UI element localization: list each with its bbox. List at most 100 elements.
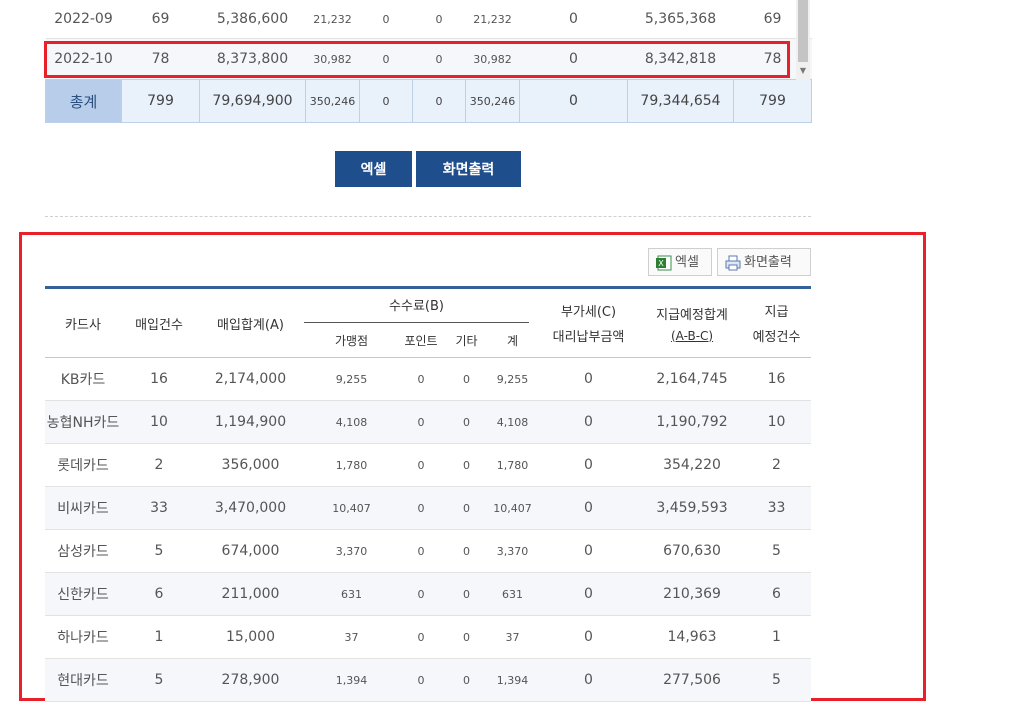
header-card: 카드사: [45, 287, 121, 358]
vat-line1: 부가세(C): [560, 305, 617, 320]
table-row[interactable]: 삼성카드 5 674,000 3,370 0 0 3,370 0 670,630 5: [45, 529, 812, 573]
cell-payout: 14,963: [642, 615, 743, 659]
cell-card: 신한카드: [45, 572, 121, 616]
cell-payout: 670,630: [642, 529, 743, 573]
cell-count: 5: [121, 529, 197, 573]
header-payout-count: 지급 예정건수: [742, 287, 812, 358]
cell-merchant: 631: [304, 572, 399, 616]
total-etc: 0: [412, 79, 466, 123]
cell-card: 농협NH카드: [45, 400, 121, 444]
cell-vat: 0: [535, 658, 643, 702]
cell-merchant: 3,370: [304, 529, 399, 573]
cell-fee: 1,394: [490, 658, 536, 702]
payout-count-line1: 지급: [764, 305, 789, 320]
highlight-row-box: [44, 41, 790, 78]
svg-text:X: X: [658, 259, 664, 268]
cell-fee: 631: [490, 572, 536, 616]
excel-small-label: 엑셀: [675, 255, 699, 270]
header-count: 매입건수: [121, 287, 197, 358]
cell-payout-count: 5: [742, 529, 812, 573]
section-divider: [45, 216, 811, 217]
cell-fee: 21,232: [465, 0, 520, 39]
cell-fee: 4,108: [490, 400, 536, 444]
cell-purchase: 1,194,900: [197, 400, 304, 444]
header-fee-group: 수수료(B): [304, 288, 535, 323]
cell-point: 0: [399, 572, 443, 616]
scrollbar-thumb[interactable]: [798, 0, 808, 62]
total-point: 0: [359, 79, 413, 123]
cell-vat: 0: [535, 443, 643, 487]
cell-purchase: 674,000: [197, 529, 304, 573]
cell-count: 10: [121, 400, 197, 444]
cell-payout-count: 5: [742, 658, 812, 702]
total-label: 총계: [45, 79, 122, 123]
header-fee-total: 계: [490, 323, 536, 358]
cell-payout: 354,220: [642, 443, 743, 487]
cell-count: 2: [121, 443, 197, 487]
table-row[interactable]: 신한카드 6 211,000 631 0 0 631 0 210,369 6: [45, 572, 812, 616]
cell-payout: 2,164,745: [642, 357, 743, 401]
cell-vat: 0: [535, 400, 643, 444]
cell-vat: 0: [535, 357, 643, 401]
cell-point: 0: [399, 357, 443, 401]
cell-payout-count: 10: [742, 400, 812, 444]
excel-small-button[interactable]: X 엑셀: [648, 248, 712, 276]
cell-card: KB카드: [45, 357, 121, 401]
cell-vat: 0: [519, 0, 628, 39]
header-vat: 부가세(C) 대리납부금액: [535, 287, 643, 358]
card-company-table: 카드사 매입건수 매입합계(A) 수수료(B) 부가세(C) 대리납부금액 지급…: [45, 286, 812, 702]
cell-etc: 0: [443, 357, 490, 401]
cell-merchant: 37: [304, 615, 399, 659]
header-etc: 기타: [443, 323, 490, 358]
cell-count: 1: [121, 615, 197, 659]
cell-fee: 9,255: [490, 357, 536, 401]
cell-purchase: 3,470,000: [197, 486, 304, 530]
cell-fee: 37: [490, 615, 536, 659]
total-row: 총계 799 79,694,900 350,246 0 0 350,246 0 79,344,6…: [45, 79, 812, 123]
cell-purchase: 2,174,000: [197, 357, 304, 401]
cell-payout: 210,369: [642, 572, 743, 616]
cell-purchase: 211,000: [197, 572, 304, 616]
cell-payout-count: 6: [742, 572, 812, 616]
cell-count: 5: [121, 658, 197, 702]
table-row[interactable]: 하나카드 1 15,000 37 0 0 37 0 14,963 1: [45, 615, 812, 659]
table-row[interactable]: 롯데카드 2 356,000 1,780 0 0 1,780 0 354,220 2: [45, 443, 812, 487]
payout-line1: 지급예정합계: [656, 307, 728, 323]
table-row[interactable]: KB카드 16 2,174,000 9,255 0 0 9,255 0 2,164,745 16: [45, 357, 812, 401]
scroll-down-arrow-icon[interactable]: ▼: [798, 66, 808, 76]
payout-line2: (A-B-C): [670, 328, 714, 343]
cell-point: 0: [399, 486, 443, 530]
cell-etc: 0: [443, 486, 490, 530]
cell-etc: 0: [443, 529, 490, 573]
cell-etc: 0: [443, 443, 490, 487]
excel-button[interactable]: 엑셀: [335, 151, 412, 187]
print-small-label: 화면출력: [744, 255, 792, 270]
cell-point: 0: [399, 529, 443, 573]
cell-payout-count: 2: [742, 443, 812, 487]
cell-card: 비씨카드: [45, 486, 121, 530]
cell-fee: 10,407: [490, 486, 536, 530]
cell-purchase: 278,900: [197, 658, 304, 702]
cell-vat: 0: [535, 572, 643, 616]
table-row[interactable]: 2022-09 69 5,386,600 21,232 0 0 21,232 0 5,365,3…: [45, 0, 812, 39]
cell-count: 69: [121, 0, 200, 39]
cell-point: 0: [399, 615, 443, 659]
payout-count-line2: 예정건수: [752, 330, 801, 345]
header-point: 포인트: [399, 323, 443, 358]
header-payout: 지급예정합계 (A-B-C): [642, 287, 743, 358]
print-small-button[interactable]: 화면출력: [717, 248, 811, 276]
cell-merchant: 1,394: [304, 658, 399, 702]
table-row[interactable]: 농협NH카드 10 1,194,900 4,108 0 0 4,108 0 1,190,792 1…: [45, 400, 812, 444]
table-row[interactable]: 현대카드 5 278,900 1,394 0 0 1,394 0 277,506 5: [45, 658, 812, 702]
cell-vat: 0: [535, 486, 643, 530]
total-payout: 79,344,654: [627, 79, 734, 123]
cell-merchant: 10,407: [304, 486, 399, 530]
print-button[interactable]: 화면출력: [416, 151, 521, 187]
table-row[interactable]: 비씨카드 33 3,470,000 10,407 0 0 10,407 0 3,459,593 3…: [45, 486, 812, 530]
total-purchase: 79,694,900: [199, 79, 306, 123]
cell-etc: 0: [443, 572, 490, 616]
cell-payout: 1,190,792: [642, 400, 743, 444]
cell-vat: 0: [535, 615, 643, 659]
cell-count: 33: [121, 486, 197, 530]
cell-purchase: 15,000: [197, 615, 304, 659]
